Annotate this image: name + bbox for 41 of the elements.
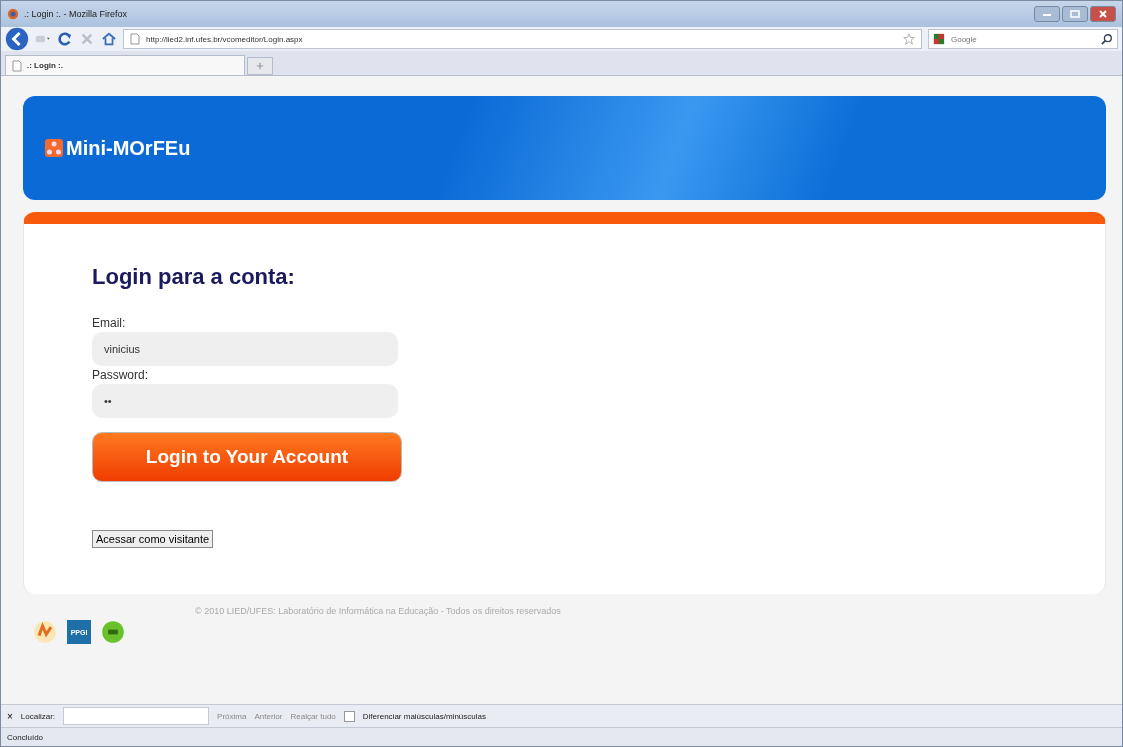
browser-tab[interactable]: .: Login :. — [5, 55, 245, 75]
match-case-label: Diferenciar maiúsculas/minúsculas — [362, 711, 486, 721]
lab-logo-icon — [33, 620, 57, 644]
close-icon — [1098, 10, 1108, 18]
input-field[interactable]: vinicius — [92, 332, 398, 366]
guest-button[interactable]: Acessar como visitante — [92, 530, 214, 548]
stop-icon[interactable] — [79, 32, 95, 46]
page-icon — [130, 33, 140, 45]
url-text: http://lied2.inf.ufes.br/vcomeditor/Login.aspx — [146, 34, 304, 44]
input-field[interactable]: •• — [92, 384, 398, 418]
status-text: Concluído — [7, 732, 44, 742]
maximize-icon — [1070, 10, 1080, 18]
window-title: .: Login :. - Mozilla Firefox — [24, 9, 128, 19]
site-logo-text: Mini-MOrFEu — [66, 136, 191, 160]
find-field[interactable] — [63, 707, 210, 725]
round-badge-icon — [101, 620, 125, 644]
search-icon[interactable] — [1101, 33, 1113, 45]
new-tab-button[interactable] — [247, 57, 273, 75]
close-button[interactable] — [1090, 6, 1116, 22]
maximize-button[interactable] — [1062, 6, 1088, 22]
field-label: Password: — [92, 368, 149, 382]
search-field[interactable]: Google — [949, 33, 1097, 45]
match-case-checkbox[interactable] — [343, 710, 355, 722]
back-button[interactable] — [5, 27, 29, 51]
address-bar[interactable]: http://lied2.inf.ufes.br/vcomeditor/Login.aspx — [123, 29, 922, 49]
search-engine-icon — [933, 33, 945, 45]
field-label: Email: — [92, 316, 126, 330]
copyright-text: © 2010 LIED/UFES: Laboratório de Informática na Educação - Todos os direitos reservados — [195, 606, 561, 616]
minimize-button[interactable] — [1034, 6, 1060, 22]
minimize-icon — [1042, 11, 1052, 17]
logo-icon — [45, 139, 63, 157]
search-box[interactable]: Google — [928, 29, 1118, 49]
find-label: Localizar: — [20, 711, 56, 721]
page-icon — [12, 59, 22, 72]
reload-icon[interactable] — [57, 32, 73, 46]
login-heading: Login para a conta: — [92, 264, 295, 290]
firefox-icon — [7, 8, 19, 20]
star-icon[interactable] — [903, 33, 915, 45]
plus-icon — [256, 62, 264, 70]
close-find-button[interactable]: × — [7, 710, 13, 722]
home-icon[interactable] — [101, 32, 117, 46]
